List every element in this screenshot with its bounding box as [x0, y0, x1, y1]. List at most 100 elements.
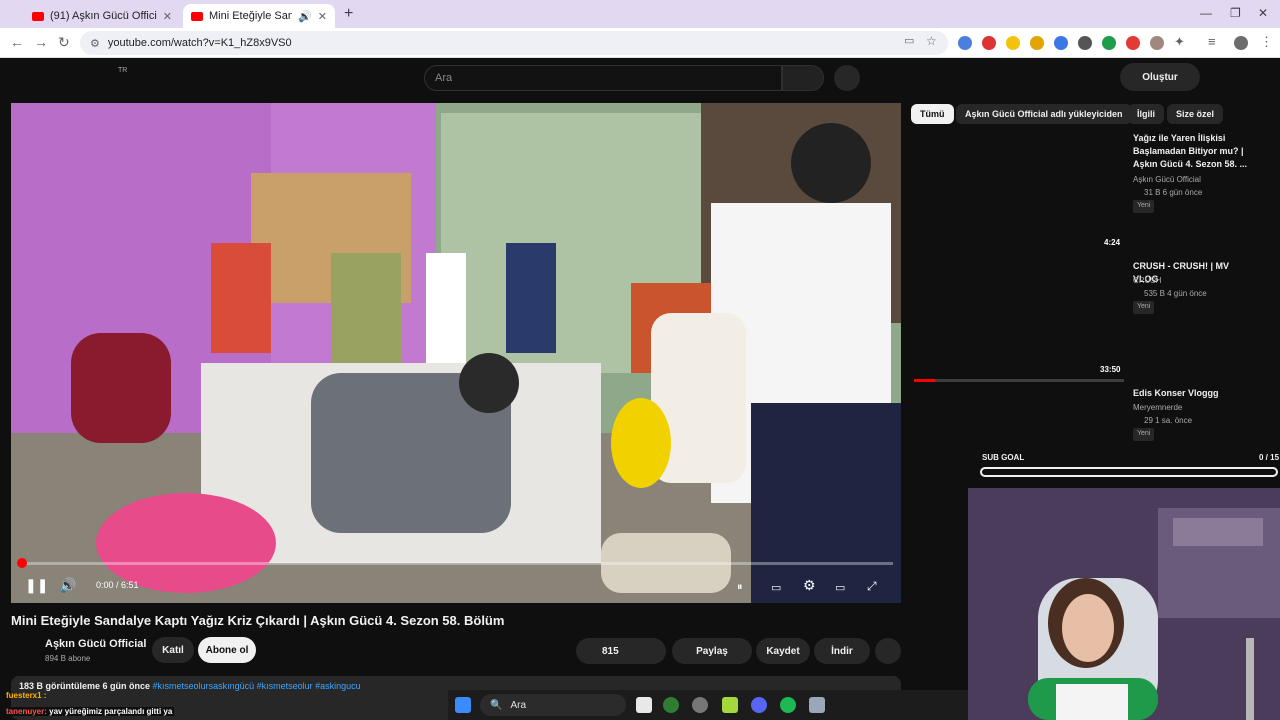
- translate-extension-icon[interactable]: [958, 36, 972, 50]
- profile-avatar[interactable]: [1234, 36, 1248, 50]
- livestream-app-icon[interactable]: [722, 697, 738, 713]
- minimize-icon[interactable]: —: [1200, 6, 1212, 20]
- pause-icon[interactable]: ❚❚: [25, 577, 48, 594]
- sub-goal-bar: [980, 467, 1278, 477]
- extension-icon[interactable]: [1078, 36, 1092, 50]
- search-icon: 🔍: [490, 699, 503, 711]
- browser-toolbar: ← → ↻ ⚙ youtube.com/watch?v=K1_hZ8x9VS0 …: [0, 28, 1280, 58]
- related-channel[interactable]: Aşkın Gücü Official: [1133, 175, 1201, 184]
- search-button[interactable]: [782, 65, 824, 91]
- chat-user: tanenuyer:: [6, 707, 47, 716]
- extension-icon[interactable]: [1126, 36, 1140, 50]
- media-control-icon[interactable]: ≡: [1208, 34, 1216, 49]
- chip-from-uploader[interactable]: Aşkın Gücü Official adlı yükleyiciden: [956, 104, 1132, 124]
- save-button[interactable]: Kaydet: [756, 638, 810, 664]
- browser-tab-inactive[interactable]: (91) Aşkın Gücü Official - YouTube ✕: [24, 4, 180, 28]
- obs-icon[interactable]: [692, 697, 708, 713]
- subscribe-button[interactable]: Abone ol: [198, 637, 256, 663]
- video-duration: 33:50: [1100, 365, 1121, 374]
- browser-tab-active[interactable]: Mini Eteğiyle Sandalye Kaptı Yağız Kriz …: [183, 4, 335, 28]
- search-input[interactable]: Ara: [424, 65, 782, 91]
- chip-for-you[interactable]: Size özel: [1167, 104, 1224, 124]
- youtube-favicon-icon: [191, 11, 203, 21]
- related-channel[interactable]: CRUSH: [1133, 276, 1161, 285]
- new-tab-icon[interactable]: +: [344, 5, 353, 23]
- spotify-icon[interactable]: [780, 697, 796, 713]
- related-title[interactable]: Yağız ile Yaren İlişkisi Başlamadan Biti…: [1133, 132, 1253, 171]
- settings-app-icon[interactable]: [809, 697, 825, 713]
- like-count: 815: [602, 645, 619, 657]
- theater-mode-icon[interactable]: ▭: [835, 581, 845, 594]
- address-bar[interactable]: ⚙ youtube.com/watch?v=K1_hZ8x9VS0: [80, 31, 948, 55]
- watched-fill: [914, 379, 935, 382]
- browser-menu-icon[interactable]: ⋮: [1260, 34, 1273, 50]
- related-meta: 29 1 sa. önce: [1144, 416, 1193, 425]
- cast-icon[interactable]: ▭: [904, 34, 914, 47]
- extension-icon[interactable]: [1030, 36, 1044, 50]
- forward-icon[interactable]: →: [34, 34, 48, 50]
- extension-icon[interactable]: [1150, 36, 1164, 50]
- discord-icon[interactable]: [751, 697, 767, 713]
- fullscreen-icon[interactable]: ⤢: [867, 579, 877, 594]
- settings-gear-icon[interactable]: ⚙: [803, 577, 816, 594]
- download-button[interactable]: İndir: [814, 638, 870, 664]
- tab-title: (91) Aşkın Gücü Official - YouTube: [50, 10, 157, 22]
- browser-tab-strip: (91) Aşkın Gücü Official - YouTube ✕ Min…: [0, 0, 1280, 28]
- url-text: youtube.com/watch?v=K1_hZ8x9VS0: [107, 37, 292, 49]
- taskbar-search[interactable]: 🔍 Ara: [480, 694, 626, 716]
- webcam-overlay: [968, 488, 1280, 720]
- time-display: 0:00 / 6:51: [96, 580, 139, 590]
- close-window-icon[interactable]: ✕: [1258, 6, 1268, 20]
- seek-bar[interactable]: [17, 558, 893, 568]
- related-thumbnail[interactable]: [914, 258, 1124, 376]
- subscriber-count: 894 B abone: [45, 654, 91, 663]
- share-button[interactable]: Paylaş: [672, 638, 752, 664]
- windows-start-icon[interactable]: [455, 697, 471, 713]
- channel-avatar[interactable]: [11, 637, 39, 665]
- related-meta: 535 B 4 gün önce: [1144, 289, 1207, 298]
- reload-icon[interactable]: ↻: [58, 34, 70, 51]
- related-channel[interactable]: Meryemnerde: [1133, 403, 1182, 412]
- bookmark-star-icon[interactable]: ☆: [926, 34, 937, 48]
- tab-audio-icon[interactable]: 🔊: [298, 10, 312, 23]
- player-controls: ❚❚ 🔊 0:00 / 6:51 ⏸ ▭ ⚙ ▭ ⤢: [11, 567, 901, 603]
- chat-message: yav yüreğimiz parçalandı gitti ya: [49, 707, 173, 716]
- task-view-icon[interactable]: [636, 697, 652, 713]
- video-frame: [11, 103, 901, 603]
- join-button[interactable]: Katıl: [152, 637, 194, 663]
- voice-search-button[interactable]: [834, 65, 860, 91]
- stream-chat: fuesterx1 : tanenuyer: yav yüreğimiz par…: [0, 690, 470, 720]
- volume-icon[interactable]: 🔊: [59, 577, 76, 594]
- sub-goal-label: SUB GOAL: [982, 453, 1025, 462]
- autoplay-toggle-icon[interactable]: ⏸: [737, 581, 743, 594]
- youtube-favicon-icon: [32, 11, 44, 21]
- captions-icon[interactable]: ▭: [771, 581, 781, 594]
- extension-icon[interactable]: [982, 36, 996, 50]
- video-duration: 4:24: [1104, 238, 1121, 247]
- chip-all[interactable]: Tümü: [911, 104, 954, 124]
- site-info-icon[interactable]: ⚙: [90, 37, 100, 50]
- create-button[interactable]: Oluştur: [1120, 63, 1200, 91]
- extensions-puzzle-icon[interactable]: ✦: [1174, 34, 1185, 50]
- tab-close-icon[interactable]: ✕: [163, 10, 172, 23]
- extension-icon[interactable]: [1102, 36, 1116, 50]
- back-icon[interactable]: ←: [10, 34, 24, 50]
- like-button[interactable]: 815: [576, 638, 666, 664]
- webcam-feed: [968, 488, 1280, 720]
- taskbar-search-placeholder: Ara: [510, 699, 527, 711]
- tab-close-icon[interactable]: ✕: [318, 10, 327, 23]
- chip-related[interactable]: İlgili: [1128, 104, 1164, 124]
- new-badge: Yeni: [1133, 301, 1155, 314]
- watched-progress: [914, 379, 1124, 382]
- new-badge: Yeni: [1133, 200, 1155, 213]
- chrome-icon[interactable]: [663, 697, 679, 713]
- extension-icon[interactable]: [1054, 36, 1068, 50]
- related-thumbnail[interactable]: [914, 130, 1124, 248]
- channel-name[interactable]: Aşkın Gücü Official: [45, 638, 146, 650]
- youtube-page: TR Ara Oluştur ❚❚ 🔊 0:00 / 6:51 ⏸ ▭ ⚙ ▭ …: [0, 58, 1280, 720]
- extension-icon[interactable]: [1006, 36, 1020, 50]
- more-actions-button[interactable]: [875, 638, 901, 664]
- video-player[interactable]: ❚❚ 🔊 0:00 / 6:51 ⏸ ▭ ⚙ ▭ ⤢: [11, 103, 901, 603]
- related-title[interactable]: Edis Konser Vloggg: [1133, 387, 1253, 400]
- restore-icon[interactable]: ❐: [1230, 6, 1241, 20]
